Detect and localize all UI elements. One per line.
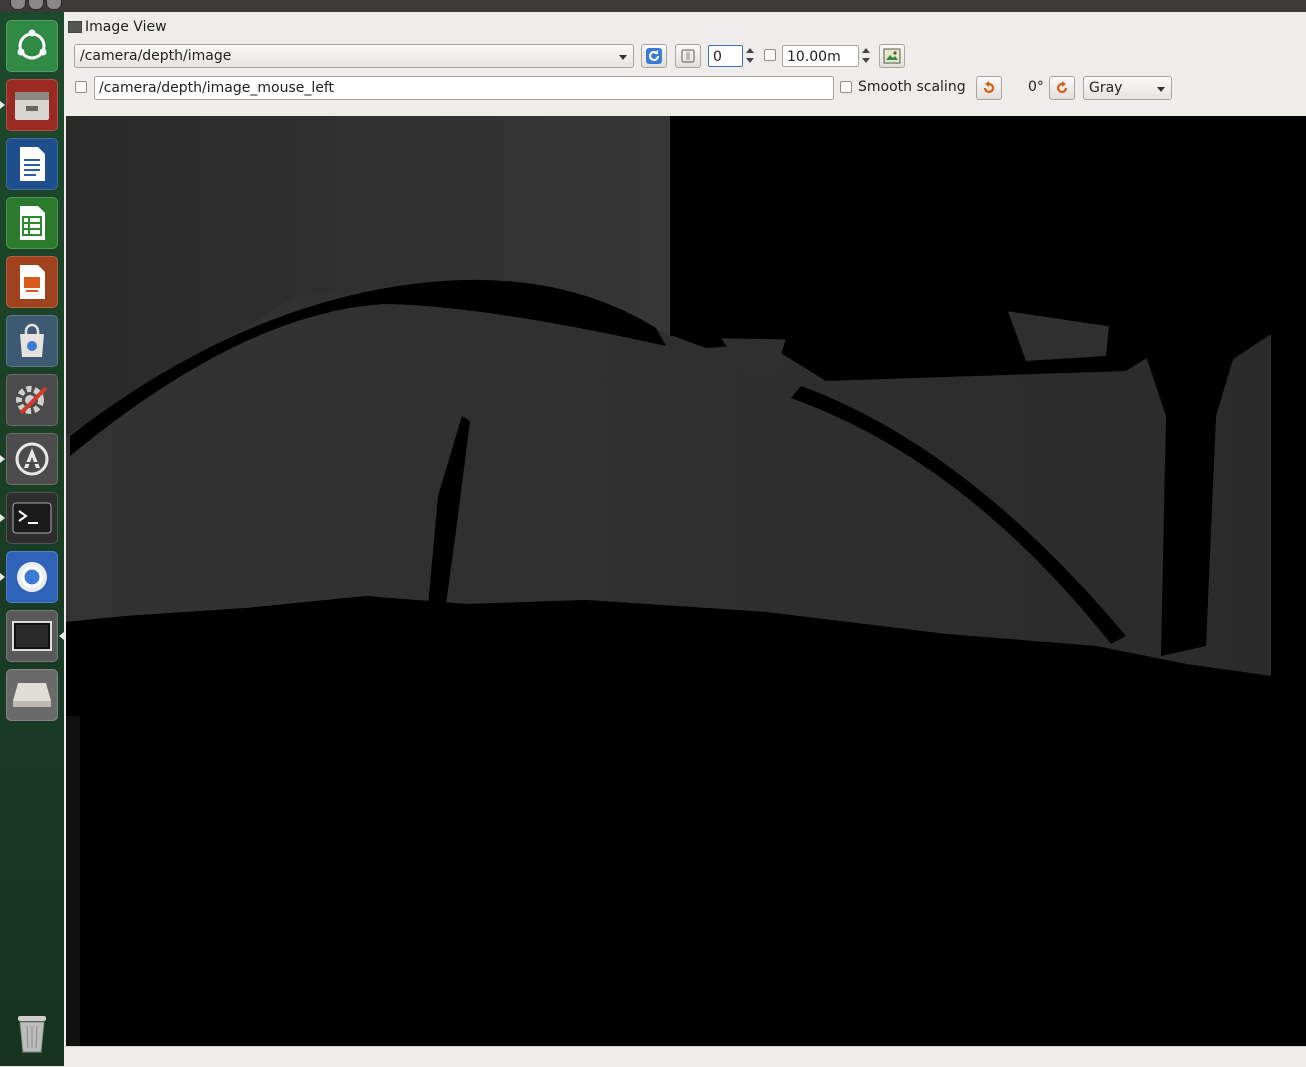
save-image-icon bbox=[883, 48, 901, 64]
close-window-icon[interactable] bbox=[10, 0, 26, 10]
window-header: Image View bbox=[68, 18, 167, 36]
files-icon[interactable] bbox=[6, 79, 58, 131]
trash-icon[interactable] bbox=[6, 1006, 58, 1058]
ubuntu-dash-icon[interactable] bbox=[6, 20, 58, 72]
software-center-icon[interactable] bbox=[6, 315, 58, 367]
software-updater-icon[interactable] bbox=[6, 433, 58, 485]
impress-icon[interactable] bbox=[6, 256, 58, 308]
window-titlebar bbox=[0, 0, 1306, 12]
min-depth-input[interactable]: 0 bbox=[708, 45, 743, 67]
save-image-button[interactable] bbox=[879, 44, 905, 68]
window-icon bbox=[68, 21, 82, 33]
window-title: Image View bbox=[85, 19, 167, 35]
minimize-window-icon[interactable] bbox=[28, 0, 44, 10]
mouse-topic-input[interactable]: /camera/depth/image_mouse_left bbox=[94, 76, 834, 100]
zoom-1-button[interactable] bbox=[675, 44, 701, 68]
running-indicator bbox=[0, 514, 5, 522]
chevron-down-icon bbox=[1157, 87, 1165, 92]
launcher bbox=[0, 12, 65, 1066]
dynamic-range-checkbox[interactable] bbox=[764, 49, 776, 61]
smooth-scaling-label: Smooth scaling bbox=[858, 79, 966, 95]
writer-icon[interactable] bbox=[6, 138, 58, 190]
chevron-down-icon bbox=[619, 55, 627, 60]
calc-icon[interactable] bbox=[6, 197, 58, 249]
drive-icon[interactable] bbox=[6, 669, 58, 721]
stepper-down-icon bbox=[746, 58, 754, 63]
stepper-down-icon bbox=[862, 58, 870, 63]
running-indicator bbox=[0, 573, 5, 581]
topic-select-value: /camera/depth/image bbox=[80, 48, 232, 64]
stepper-up-icon bbox=[746, 48, 754, 53]
display-icon[interactable] bbox=[6, 610, 58, 662]
terminal-icon[interactable] bbox=[6, 492, 58, 544]
smooth-scaling-checkbox[interactable] bbox=[840, 81, 852, 93]
status-bar bbox=[64, 1046, 1306, 1067]
rotate-right-button[interactable] bbox=[1049, 76, 1075, 100]
refresh-icon bbox=[646, 48, 662, 64]
maximize-window-icon[interactable] bbox=[46, 0, 62, 10]
depth-image-view[interactable] bbox=[66, 116, 1306, 1046]
stepper-up-icon bbox=[862, 48, 870, 53]
colormap-select[interactable]: Gray bbox=[1083, 76, 1172, 100]
rotation-label: 0° bbox=[1028, 79, 1044, 95]
rotate-left-button[interactable] bbox=[976, 76, 1002, 100]
publish-mouse-checkbox[interactable] bbox=[75, 81, 87, 93]
max-depth-input[interactable]: 10.00m bbox=[782, 45, 859, 67]
colormap-select-value: Gray bbox=[1089, 80, 1123, 96]
depth-image bbox=[66, 116, 1306, 1046]
refresh-topics-button[interactable] bbox=[641, 44, 667, 68]
max-depth-stepper[interactable] bbox=[860, 44, 872, 68]
rotate-right-icon bbox=[1056, 81, 1068, 94]
topic-select[interactable]: /camera/depth/image bbox=[74, 44, 634, 68]
rotate-left-icon bbox=[983, 81, 995, 94]
zoom-icon bbox=[681, 49, 695, 63]
image-view-window: Image View /camera/depth/image 0 10.00m … bbox=[64, 12, 1306, 1067]
min-depth-stepper[interactable] bbox=[744, 44, 756, 68]
system-settings-icon[interactable] bbox=[6, 374, 58, 426]
running-indicator bbox=[0, 101, 5, 109]
chromium-icon[interactable] bbox=[6, 551, 58, 603]
running-indicator bbox=[0, 455, 5, 463]
